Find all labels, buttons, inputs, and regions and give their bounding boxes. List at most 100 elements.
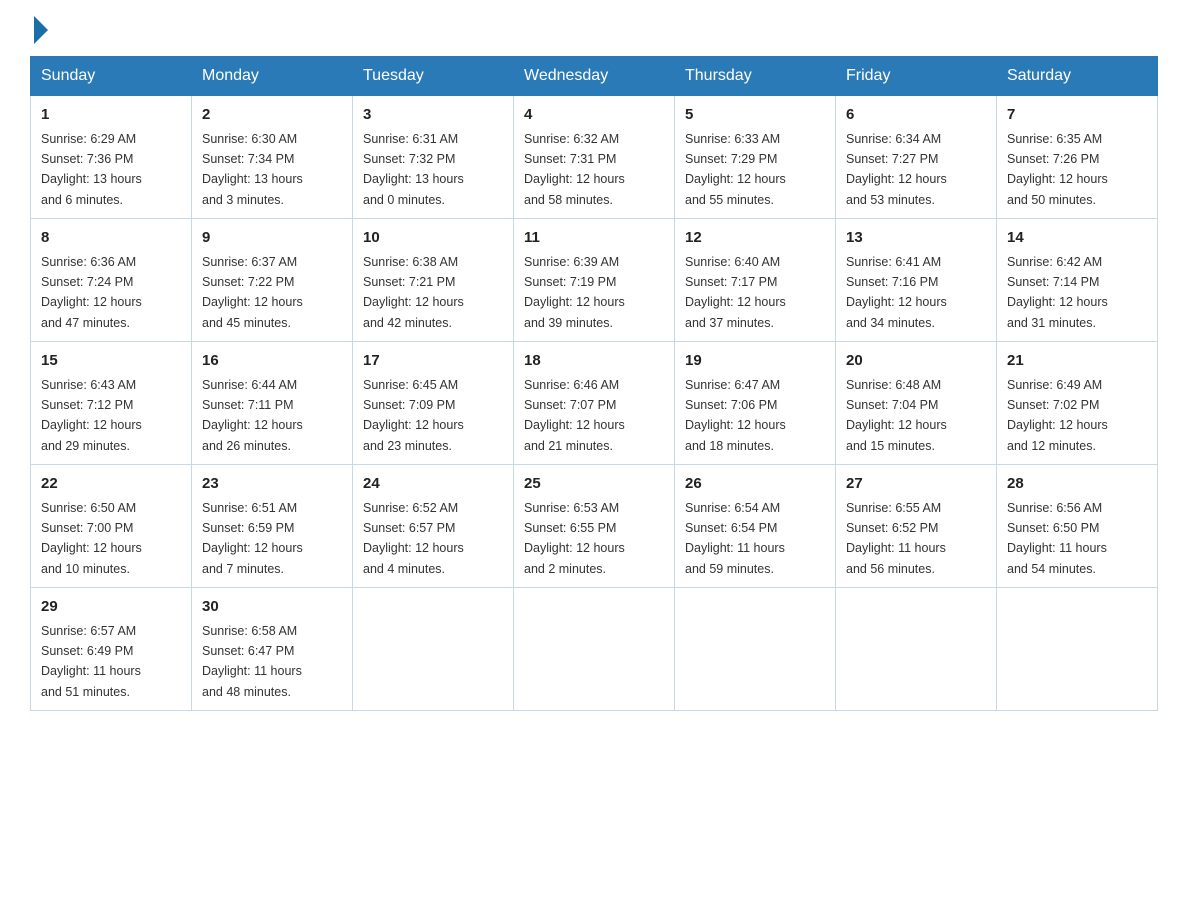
day-detail: Sunrise: 6:57 AMSunset: 6:49 PMDaylight:…	[41, 624, 141, 699]
week-row-1: 8 Sunrise: 6:36 AMSunset: 7:24 PMDayligh…	[31, 219, 1158, 342]
day-detail: Sunrise: 6:30 AMSunset: 7:34 PMDaylight:…	[202, 132, 303, 207]
day-cell-2: 2 Sunrise: 6:30 AMSunset: 7:34 PMDayligh…	[192, 96, 353, 219]
day-cell-24: 24 Sunrise: 6:52 AMSunset: 6:57 PMDaylig…	[353, 465, 514, 588]
day-number: 5	[685, 104, 825, 127]
day-cell-28: 28 Sunrise: 6:56 AMSunset: 6:50 PMDaylig…	[997, 465, 1158, 588]
day-number: 29	[41, 596, 181, 619]
day-detail: Sunrise: 6:50 AMSunset: 7:00 PMDaylight:…	[41, 501, 142, 576]
day-cell-9: 9 Sunrise: 6:37 AMSunset: 7:22 PMDayligh…	[192, 219, 353, 342]
day-cell-7: 7 Sunrise: 6:35 AMSunset: 7:26 PMDayligh…	[997, 96, 1158, 219]
week-row-2: 15 Sunrise: 6:43 AMSunset: 7:12 PMDaylig…	[31, 342, 1158, 465]
empty-cell	[675, 588, 836, 711]
day-number: 2	[202, 104, 342, 127]
header-sunday: Sunday	[31, 57, 192, 96]
day-number: 22	[41, 473, 181, 496]
day-detail: Sunrise: 6:49 AMSunset: 7:02 PMDaylight:…	[1007, 378, 1108, 453]
day-number: 6	[846, 104, 986, 127]
day-cell-20: 20 Sunrise: 6:48 AMSunset: 7:04 PMDaylig…	[836, 342, 997, 465]
day-number: 23	[202, 473, 342, 496]
page-header	[30, 20, 1158, 38]
day-cell-21: 21 Sunrise: 6:49 AMSunset: 7:02 PMDaylig…	[997, 342, 1158, 465]
day-detail: Sunrise: 6:56 AMSunset: 6:50 PMDaylight:…	[1007, 501, 1107, 576]
day-number: 7	[1007, 104, 1147, 127]
day-number: 27	[846, 473, 986, 496]
day-number: 26	[685, 473, 825, 496]
day-number: 21	[1007, 350, 1147, 373]
day-cell-1: 1 Sunrise: 6:29 AMSunset: 7:36 PMDayligh…	[31, 96, 192, 219]
day-detail: Sunrise: 6:51 AMSunset: 6:59 PMDaylight:…	[202, 501, 303, 576]
day-detail: Sunrise: 6:43 AMSunset: 7:12 PMDaylight:…	[41, 378, 142, 453]
header-thursday: Thursday	[675, 57, 836, 96]
day-detail: Sunrise: 6:35 AMSunset: 7:26 PMDaylight:…	[1007, 132, 1108, 207]
day-cell-26: 26 Sunrise: 6:54 AMSunset: 6:54 PMDaylig…	[675, 465, 836, 588]
day-detail: Sunrise: 6:45 AMSunset: 7:09 PMDaylight:…	[363, 378, 464, 453]
day-number: 18	[524, 350, 664, 373]
day-number: 9	[202, 227, 342, 250]
week-row-0: 1 Sunrise: 6:29 AMSunset: 7:36 PMDayligh…	[31, 96, 1158, 219]
day-detail: Sunrise: 6:47 AMSunset: 7:06 PMDaylight:…	[685, 378, 786, 453]
day-detail: Sunrise: 6:38 AMSunset: 7:21 PMDaylight:…	[363, 255, 464, 330]
day-number: 11	[524, 227, 664, 250]
day-number: 25	[524, 473, 664, 496]
header-tuesday: Tuesday	[353, 57, 514, 96]
day-number: 20	[846, 350, 986, 373]
day-cell-3: 3 Sunrise: 6:31 AMSunset: 7:32 PMDayligh…	[353, 96, 514, 219]
day-cell-11: 11 Sunrise: 6:39 AMSunset: 7:19 PMDaylig…	[514, 219, 675, 342]
day-number: 15	[41, 350, 181, 373]
day-cell-5: 5 Sunrise: 6:33 AMSunset: 7:29 PMDayligh…	[675, 96, 836, 219]
day-number: 12	[685, 227, 825, 250]
day-detail: Sunrise: 6:41 AMSunset: 7:16 PMDaylight:…	[846, 255, 947, 330]
week-row-4: 29 Sunrise: 6:57 AMSunset: 6:49 PMDaylig…	[31, 588, 1158, 711]
empty-cell	[836, 588, 997, 711]
day-cell-22: 22 Sunrise: 6:50 AMSunset: 7:00 PMDaylig…	[31, 465, 192, 588]
logo-arrow-icon	[34, 16, 48, 44]
empty-cell	[514, 588, 675, 711]
logo	[30, 20, 48, 38]
day-detail: Sunrise: 6:48 AMSunset: 7:04 PMDaylight:…	[846, 378, 947, 453]
day-detail: Sunrise: 6:52 AMSunset: 6:57 PMDaylight:…	[363, 501, 464, 576]
day-cell-6: 6 Sunrise: 6:34 AMSunset: 7:27 PMDayligh…	[836, 96, 997, 219]
day-cell-19: 19 Sunrise: 6:47 AMSunset: 7:06 PMDaylig…	[675, 342, 836, 465]
day-detail: Sunrise: 6:54 AMSunset: 6:54 PMDaylight:…	[685, 501, 785, 576]
empty-cell	[353, 588, 514, 711]
day-number: 13	[846, 227, 986, 250]
day-detail: Sunrise: 6:58 AMSunset: 6:47 PMDaylight:…	[202, 624, 302, 699]
day-cell-15: 15 Sunrise: 6:43 AMSunset: 7:12 PMDaylig…	[31, 342, 192, 465]
empty-cell	[997, 588, 1158, 711]
day-number: 10	[363, 227, 503, 250]
day-number: 1	[41, 104, 181, 127]
day-detail: Sunrise: 6:40 AMSunset: 7:17 PMDaylight:…	[685, 255, 786, 330]
day-detail: Sunrise: 6:46 AMSunset: 7:07 PMDaylight:…	[524, 378, 625, 453]
day-number: 14	[1007, 227, 1147, 250]
day-number: 3	[363, 104, 503, 127]
day-detail: Sunrise: 6:44 AMSunset: 7:11 PMDaylight:…	[202, 378, 303, 453]
day-cell-25: 25 Sunrise: 6:53 AMSunset: 6:55 PMDaylig…	[514, 465, 675, 588]
day-number: 17	[363, 350, 503, 373]
day-detail: Sunrise: 6:42 AMSunset: 7:14 PMDaylight:…	[1007, 255, 1108, 330]
day-detail: Sunrise: 6:34 AMSunset: 7:27 PMDaylight:…	[846, 132, 947, 207]
day-number: 28	[1007, 473, 1147, 496]
day-detail: Sunrise: 6:31 AMSunset: 7:32 PMDaylight:…	[363, 132, 464, 207]
day-cell-4: 4 Sunrise: 6:32 AMSunset: 7:31 PMDayligh…	[514, 96, 675, 219]
day-cell-23: 23 Sunrise: 6:51 AMSunset: 6:59 PMDaylig…	[192, 465, 353, 588]
header-monday: Monday	[192, 57, 353, 96]
day-cell-12: 12 Sunrise: 6:40 AMSunset: 7:17 PMDaylig…	[675, 219, 836, 342]
calendar-table: SundayMondayTuesdayWednesdayThursdayFrid…	[30, 56, 1158, 711]
header-row: SundayMondayTuesdayWednesdayThursdayFrid…	[31, 57, 1158, 96]
day-cell-13: 13 Sunrise: 6:41 AMSunset: 7:16 PMDaylig…	[836, 219, 997, 342]
day-detail: Sunrise: 6:37 AMSunset: 7:22 PMDaylight:…	[202, 255, 303, 330]
day-cell-27: 27 Sunrise: 6:55 AMSunset: 6:52 PMDaylig…	[836, 465, 997, 588]
day-number: 19	[685, 350, 825, 373]
day-detail: Sunrise: 6:29 AMSunset: 7:36 PMDaylight:…	[41, 132, 142, 207]
header-saturday: Saturday	[997, 57, 1158, 96]
day-detail: Sunrise: 6:53 AMSunset: 6:55 PMDaylight:…	[524, 501, 625, 576]
day-detail: Sunrise: 6:32 AMSunset: 7:31 PMDaylight:…	[524, 132, 625, 207]
day-cell-14: 14 Sunrise: 6:42 AMSunset: 7:14 PMDaylig…	[997, 219, 1158, 342]
day-number: 16	[202, 350, 342, 373]
day-cell-16: 16 Sunrise: 6:44 AMSunset: 7:11 PMDaylig…	[192, 342, 353, 465]
day-cell-18: 18 Sunrise: 6:46 AMSunset: 7:07 PMDaylig…	[514, 342, 675, 465]
day-cell-10: 10 Sunrise: 6:38 AMSunset: 7:21 PMDaylig…	[353, 219, 514, 342]
day-number: 8	[41, 227, 181, 250]
day-detail: Sunrise: 6:36 AMSunset: 7:24 PMDaylight:…	[41, 255, 142, 330]
day-number: 30	[202, 596, 342, 619]
